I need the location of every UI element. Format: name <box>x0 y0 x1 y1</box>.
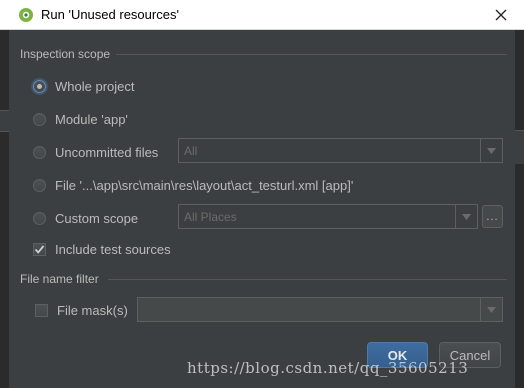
window-title: Run 'Unused resources' <box>41 7 179 22</box>
file-mask-checkbox[interactable] <box>35 303 48 317</box>
chevron-down-icon[interactable] <box>480 298 502 321</box>
radio-file[interactable] <box>33 178 46 192</box>
ok-button[interactable]: OK <box>367 342 428 368</box>
file-mask-label: File mask(s) <box>57 302 128 318</box>
scope-custom-option[interactable]: Custom scope <box>33 208 138 228</box>
include-test-sources-option[interactable]: Include test sources <box>33 239 171 259</box>
browse-scope-button[interactable]: ... <box>482 205 503 228</box>
changelist-combo-value: All <box>184 143 198 158</box>
include-test-sources-checkbox[interactable] <box>33 242 46 256</box>
custom-scope-combo-value: All Places <box>184 209 237 224</box>
file-mask-option[interactable]: File mask(s) <box>35 300 128 320</box>
close-icon[interactable] <box>492 6 510 24</box>
section-separator <box>108 279 507 280</box>
custom-scope-combo[interactable]: All Places <box>178 204 478 229</box>
scope-whole-project-option[interactable]: Whole project <box>33 76 134 96</box>
chevron-down-icon[interactable] <box>480 139 502 162</box>
custom-scope-label: Custom scope <box>55 210 139 226</box>
radio-module[interactable] <box>33 112 46 126</box>
chevron-down-icon[interactable] <box>455 205 477 228</box>
radio-custom-scope[interactable] <box>33 211 46 225</box>
background-ide-left <box>0 30 9 388</box>
scope-file-option[interactable]: File '...\app\src\main\res\layout\act_te… <box>33 175 353 195</box>
radio-whole-project[interactable] <box>33 79 46 93</box>
cancel-button[interactable]: Cancel <box>439 342 501 368</box>
title-bar: Run 'Unused resources' <box>0 0 524 30</box>
background-panel-edge <box>515 130 524 164</box>
file-name-filter-label: File name filter <box>20 272 99 286</box>
run-inspection-dialog: Inspection scope Whole project Module 'a… <box>9 30 515 388</box>
scope-uncommitted-option[interactable]: Uncommitted files <box>33 142 158 162</box>
module-label: Module 'app' <box>55 111 128 127</box>
section-separator <box>116 54 507 55</box>
file-mask-input[interactable] <box>137 297 503 322</box>
background-panel-edge <box>0 110 9 132</box>
whole-project-label: Whole project <box>55 78 135 94</box>
include-test-sources-label: Include test sources <box>55 241 171 257</box>
uncommitted-files-label: Uncommitted files <box>55 144 159 160</box>
android-studio-icon <box>17 6 35 24</box>
file-label: File '...\app\src\main\res\layout\act_te… <box>55 177 354 193</box>
scope-module-option[interactable]: Module 'app' <box>33 109 128 129</box>
changelist-combo[interactable]: All <box>178 138 503 163</box>
radio-uncommitted-files[interactable] <box>33 145 46 159</box>
background-ide-right <box>515 30 524 388</box>
inspection-scope-label: Inspection scope <box>20 47 111 61</box>
